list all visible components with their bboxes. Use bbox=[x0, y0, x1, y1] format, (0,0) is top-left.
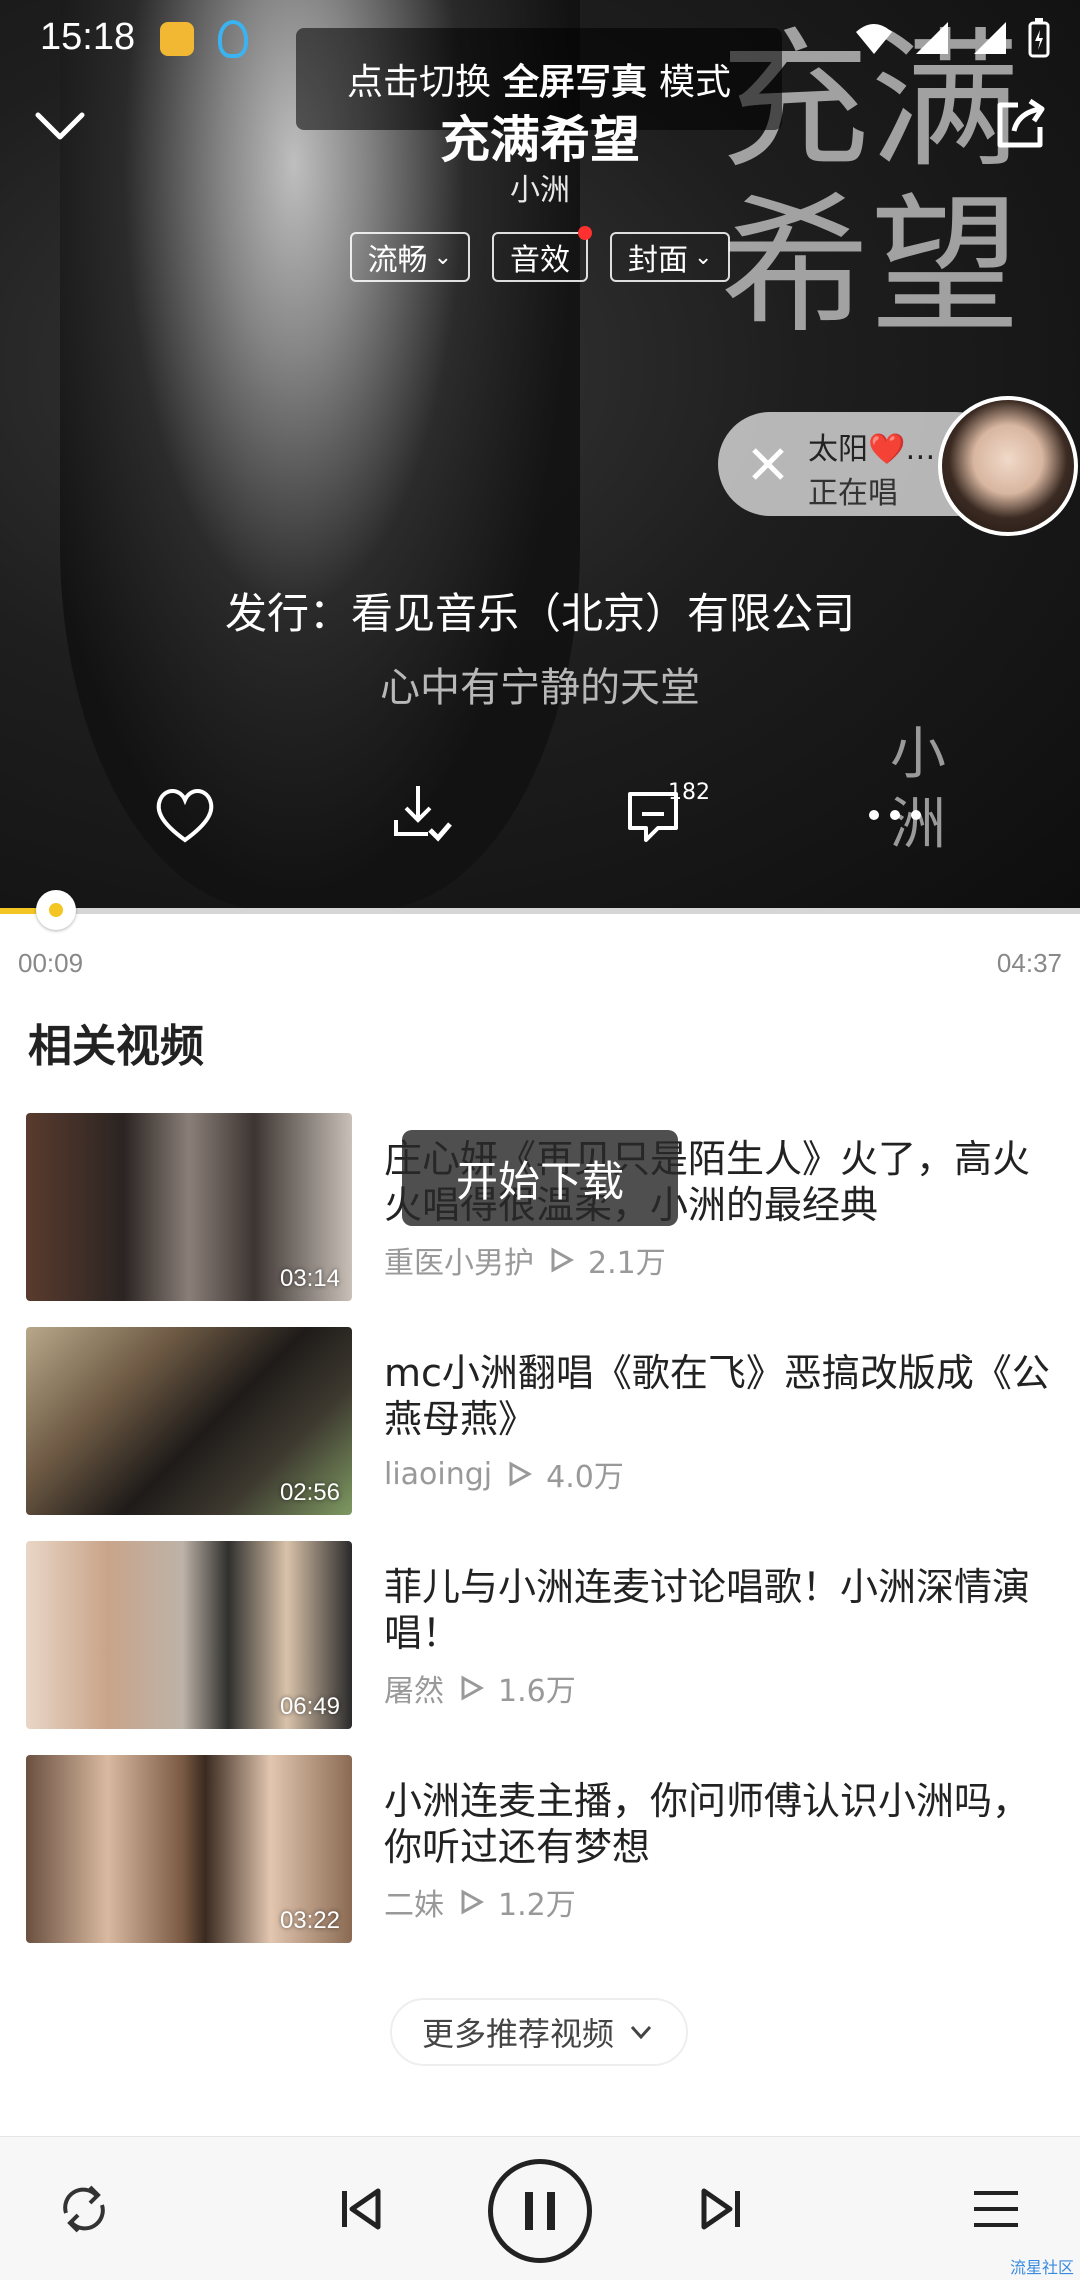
pause-button[interactable] bbox=[488, 2159, 592, 2263]
effects-label: 音效 bbox=[510, 243, 570, 278]
current-time: 00:09 bbox=[18, 948, 84, 978]
player-controls: 流星社区 bbox=[0, 2136, 1080, 2280]
video-meta: 二妹 1.2万 bbox=[384, 1880, 576, 1924]
video-duration: 06:49 bbox=[279, 1693, 340, 1720]
video-thumbnail[interactable]: 06:49 bbox=[26, 1541, 352, 1729]
video-item[interactable]: 06:49 菲儿与小洲连麦讨论唱歌！小洲深情演唱！ 屠然 1.6万 bbox=[0, 1538, 1080, 1730]
close-icon[interactable] bbox=[740, 436, 796, 492]
play-count-icon bbox=[551, 1247, 574, 1273]
video-duration: 03:14 bbox=[279, 1265, 340, 1292]
action-bar: 182 bbox=[0, 780, 1080, 870]
video-views: 2.1万 bbox=[588, 1246, 666, 1281]
video-duration: 02:56 bbox=[279, 1479, 340, 1506]
video-duration: 03:22 bbox=[279, 1907, 340, 1934]
video-thumbnail[interactable]: 03:14 bbox=[26, 1113, 352, 1301]
playlist-icon[interactable] bbox=[964, 2177, 1028, 2241]
repeat-icon[interactable] bbox=[52, 2177, 116, 2241]
progress-knob[interactable] bbox=[35, 890, 76, 930]
cover-chip[interactable]: 封面 ⌄ bbox=[610, 232, 731, 282]
singer-name: 太阳❤️… bbox=[808, 432, 936, 467]
video-meta: liaoingj 4.0万 bbox=[384, 1452, 624, 1496]
chevron-down-icon bbox=[630, 2025, 652, 2040]
video-meta: 屠然 1.6万 bbox=[384, 1666, 576, 1710]
chevron-down-icon: ⌄ bbox=[433, 244, 452, 270]
notification-app-icon bbox=[160, 22, 194, 56]
next-icon[interactable] bbox=[690, 2177, 754, 2241]
watermark: 流星社区 bbox=[1009, 2258, 1074, 2277]
download-started-toast: 开始下载 bbox=[402, 1130, 678, 1226]
video-author: 屠然 bbox=[384, 1674, 444, 1709]
comment-count: 182 bbox=[668, 780, 710, 805]
video-meta: 重医小男护 2.1万 bbox=[384, 1238, 666, 1282]
status-time: 15:18 bbox=[40, 16, 136, 58]
progress-bar[interactable] bbox=[0, 890, 1080, 930]
heart-icon[interactable] bbox=[150, 780, 220, 850]
progress-fill bbox=[0, 908, 36, 914]
singing-status: 正在唱 bbox=[808, 476, 898, 511]
qq-icon bbox=[218, 20, 248, 58]
toast-bold: 全屏写真 bbox=[502, 62, 647, 103]
quality-label: 流畅 bbox=[367, 243, 428, 278]
video-author: 二妹 bbox=[384, 1888, 444, 1923]
battery-icon bbox=[1028, 18, 1050, 58]
video-thumbnail[interactable]: 02:56 bbox=[26, 1327, 352, 1515]
toast-prefix: 点击切换 bbox=[346, 62, 491, 103]
related-videos-title: 相关视频 bbox=[28, 1021, 204, 1072]
song-artist[interactable]: 小洲 bbox=[0, 165, 1080, 209]
cover-label: 封面 bbox=[628, 243, 688, 278]
video-author: liaoingj bbox=[384, 1456, 493, 1492]
video-title[interactable]: 菲儿与小洲连麦讨论唱歌！小洲深情演唱！ bbox=[384, 1564, 1054, 1656]
play-count-icon bbox=[509, 1461, 533, 1487]
status-icons bbox=[854, 18, 1050, 58]
quality-chip[interactable]: 流畅 ⌄ bbox=[349, 232, 470, 282]
signal-icon bbox=[916, 22, 948, 54]
more-icon[interactable] bbox=[860, 780, 930, 850]
more-videos-button[interactable]: 更多推荐视频 bbox=[390, 1998, 688, 2066]
play-count-icon bbox=[461, 1889, 484, 1915]
video-views: 4.0万 bbox=[546, 1460, 624, 1495]
singer-avatar[interactable] bbox=[938, 396, 1078, 536]
effects-chip[interactable]: 音效 bbox=[492, 226, 592, 282]
more-videos-label: 更多推荐视频 bbox=[421, 2015, 614, 2053]
download-icon[interactable] bbox=[388, 780, 458, 850]
video-title[interactable]: mc小洲翻唱《歌在飞》恶搞改版成《公燕母燕》 bbox=[384, 1350, 1054, 1442]
publisher-line: 发行：看见音乐（北京）有限公司 bbox=[224, 589, 855, 638]
video-item[interactable]: 02:56 mc小洲翻唱《歌在飞》恶搞改版成《公燕母燕》 liaoingj 4.… bbox=[0, 1324, 1080, 1516]
play-count-icon bbox=[461, 1675, 484, 1701]
video-thumbnail[interactable]: 03:22 bbox=[26, 1755, 352, 1943]
audio-options: 流畅 ⌄ 音效 封面 ⌄ bbox=[0, 226, 1080, 282]
video-views: 1.6万 bbox=[498, 1674, 576, 1709]
song-title: 充满希望 bbox=[440, 111, 640, 169]
video-views: 1.2万 bbox=[498, 1888, 576, 1923]
pause-icon bbox=[525, 2192, 555, 2230]
video-author: 重医小男护 bbox=[384, 1246, 534, 1281]
wifi-icon bbox=[856, 24, 892, 54]
total-time: 04:37 bbox=[996, 948, 1062, 978]
lyric-line[interactable]: 心中有宁静的天堂 bbox=[0, 655, 1080, 713]
signal-icon-2 bbox=[974, 22, 1006, 54]
video-title[interactable]: 小洲连麦主播，你问师傅认识小洲吗，你听过还有梦想 bbox=[384, 1778, 1054, 1870]
player-hero: 充满希望 小洲 15:18 点击切换 全屏写真 模式 充满希望 小洲 流畅 ⌄ 音… bbox=[0, 0, 1080, 910]
previous-icon[interactable] bbox=[328, 2177, 392, 2241]
notification-dot bbox=[578, 226, 592, 240]
video-item[interactable]: 03:22 小洲连麦主播，你问师傅认识小洲吗，你听过还有梦想 二妹 1.2万 bbox=[0, 1752, 1080, 1944]
chevron-down-icon: ⌄ bbox=[694, 244, 713, 270]
toast-suffix: 模式 bbox=[659, 62, 732, 103]
